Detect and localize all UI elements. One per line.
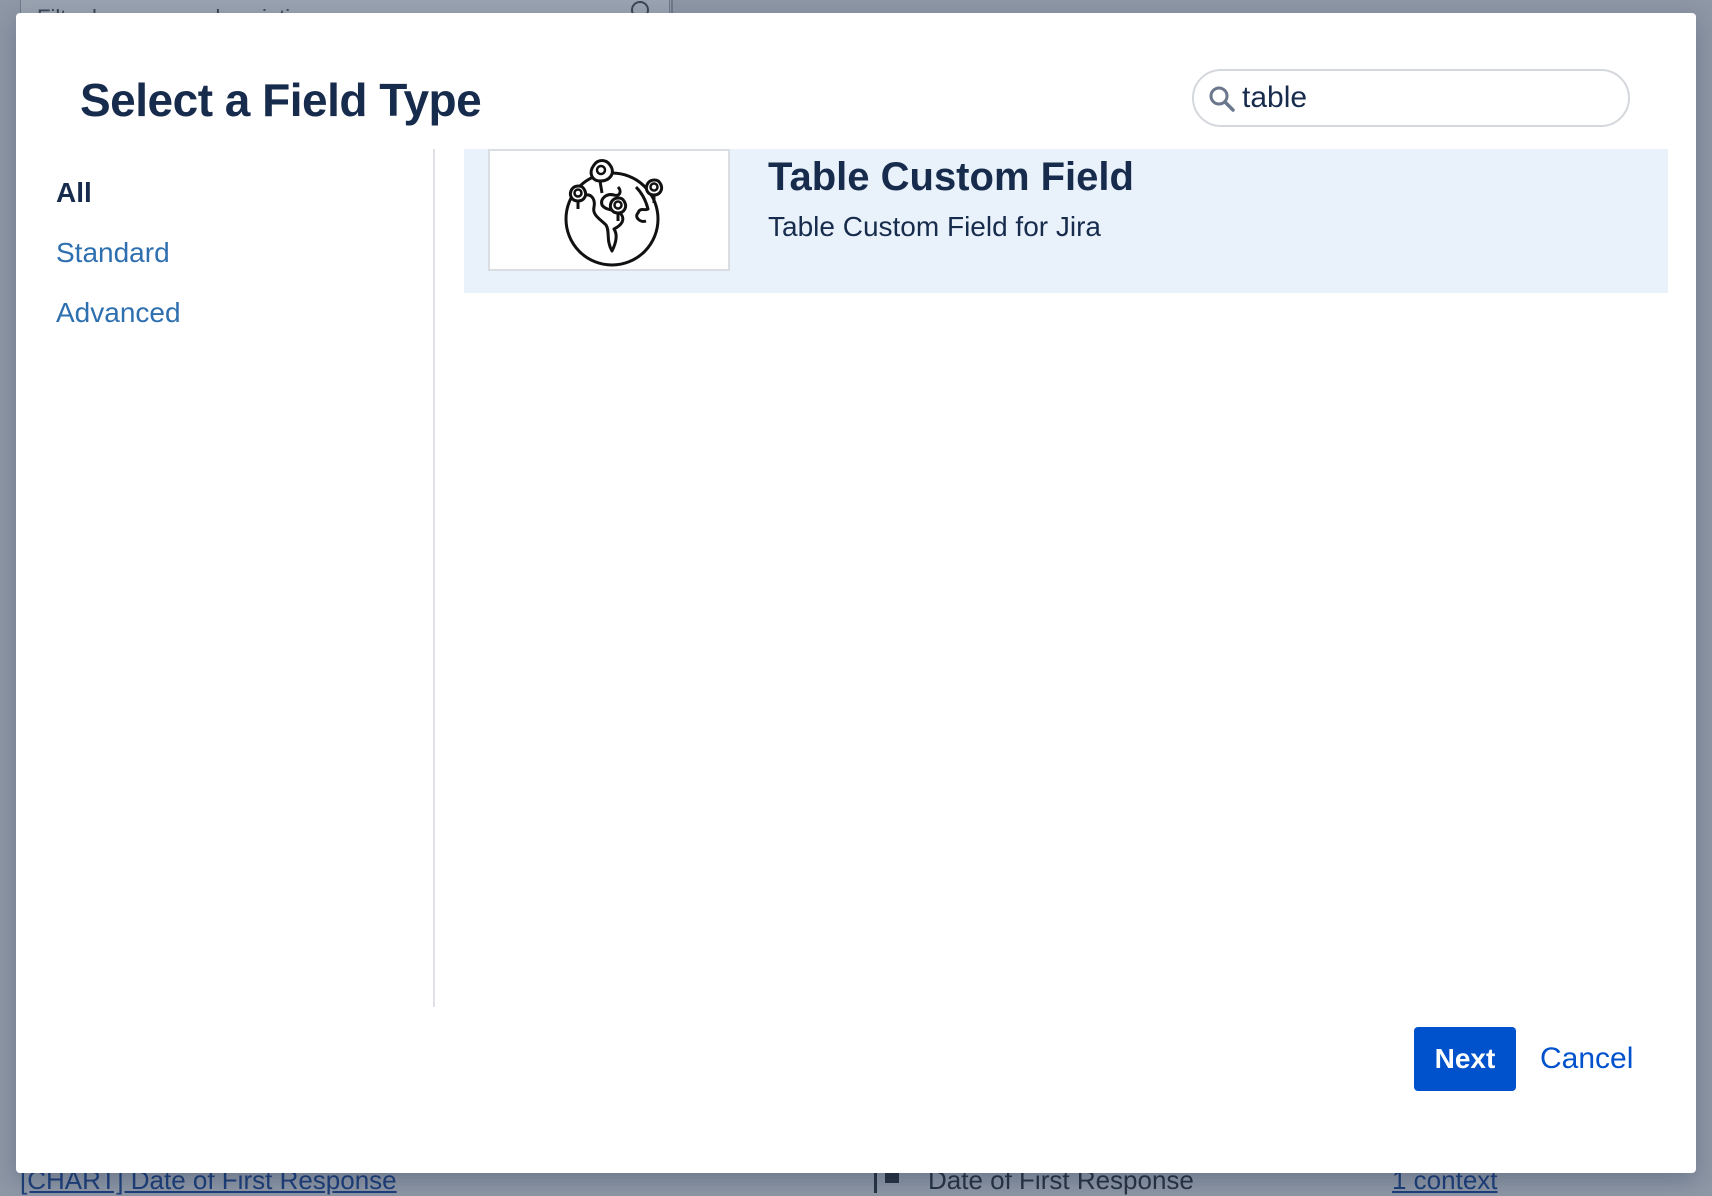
- result-description: Table Custom Field for Jira: [768, 211, 1102, 242]
- background-divider: [671, 0, 673, 14]
- next-button[interactable]: Next: [1414, 1027, 1516, 1091]
- result-thumbnail: [488, 149, 730, 271]
- globe-with-pins-icon: [564, 159, 664, 267]
- dialog-title: Select a Field Type: [80, 74, 482, 126]
- nav-item-all[interactable]: All: [56, 163, 416, 223]
- search-input[interactable]: [1242, 79, 1612, 117]
- select-field-type-dialog: Select a Field Type All Standard Advance…: [16, 13, 1696, 1173]
- cancel-button[interactable]: Cancel: [1536, 1027, 1637, 1091]
- field-type-category-nav: All Standard Advanced: [56, 163, 416, 343]
- search-icon: [1209, 86, 1235, 112]
- nav-divider: [433, 149, 435, 1007]
- result-item-table-custom-field[interactable]: Table Custom Field Table Custom Field fo…: [464, 149, 1668, 293]
- nav-item-advanced[interactable]: Advanced: [56, 283, 416, 343]
- result-title: Table Custom Field: [768, 155, 1134, 199]
- field-type-results: Table Custom Field Table Custom Field fo…: [464, 149, 1668, 969]
- search-box[interactable]: [1192, 69, 1630, 127]
- nav-item-standard[interactable]: Standard: [56, 223, 416, 283]
